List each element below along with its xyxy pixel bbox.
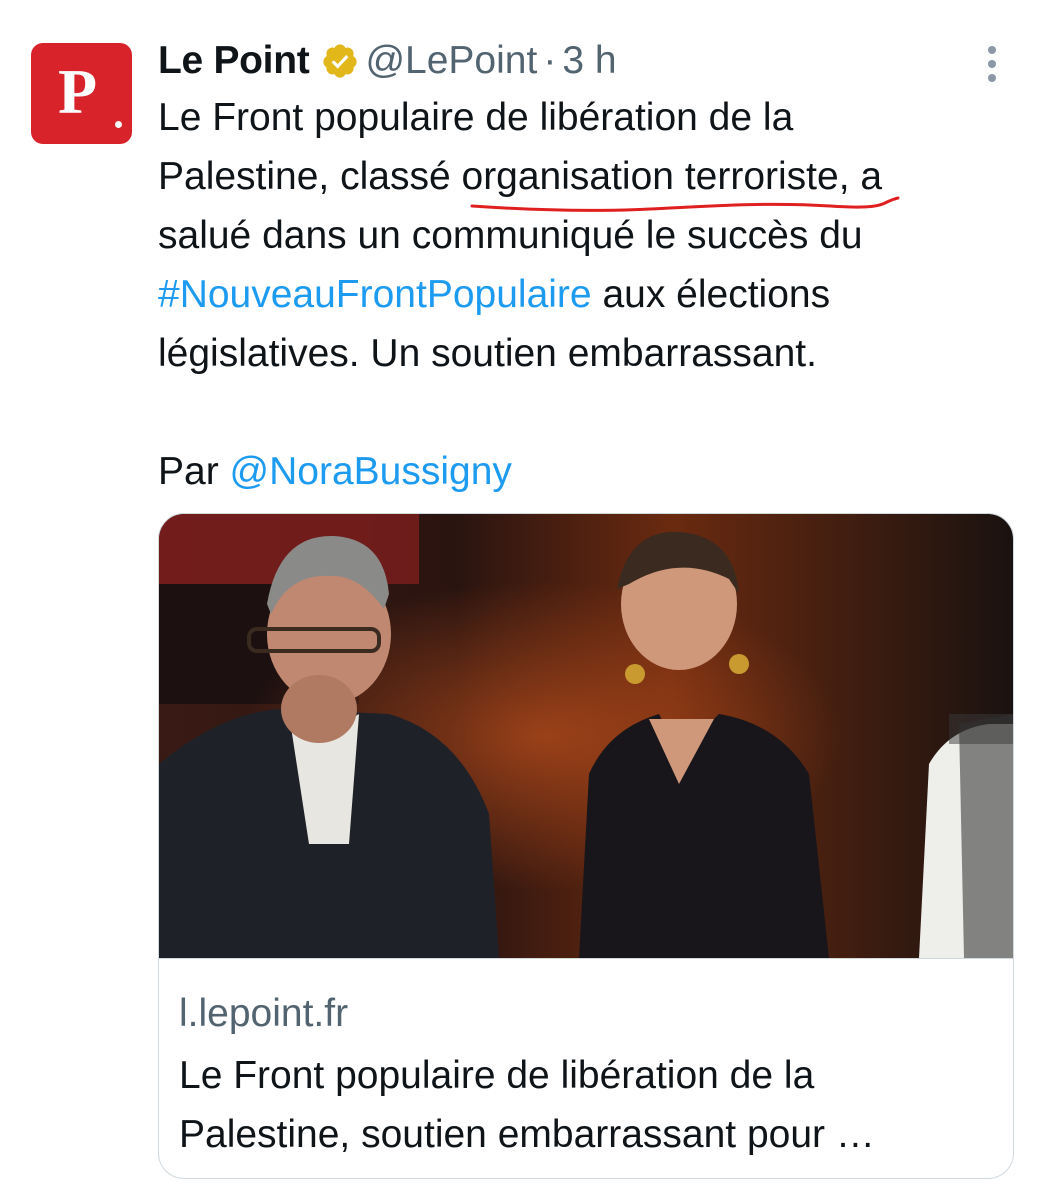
text-segment: aux élections [591, 273, 831, 316]
text-segment: Par [158, 450, 230, 493]
text-segment: , a [838, 155, 883, 198]
user-handle[interactable]: @LePoint [365, 39, 537, 83]
text-segment: législatives. Un soutien embarrassant. [158, 332, 817, 375]
avatar-logo-dot [115, 121, 122, 128]
more-options-icon[interactable] [978, 46, 1006, 82]
display-name[interactable]: Le Point [158, 39, 310, 83]
card-domain: l.lepoint.fr [179, 992, 349, 1035]
tweet-text-line: Palestine, classé organisation terrorist… [158, 147, 1028, 212]
news-photo[interactable] [159, 514, 1013, 959]
tweet-text-line: Par @NoraBussigny [158, 442, 1028, 501]
text-segment: Le Front populaire de libération de la [158, 96, 794, 139]
card-title: Le Front populaire de libération de la P… [179, 1046, 999, 1164]
more-dot [988, 74, 996, 82]
verified-badge-icon [321, 42, 359, 80]
more-dot [988, 46, 996, 54]
tweet-text-line: Le Front populaire de libération de la [158, 88, 1028, 147]
text-segment: salué dans un communiqué le succès du [158, 214, 863, 257]
timestamp[interactable]: 3 h [562, 39, 616, 83]
more-dot [988, 60, 996, 68]
highlighted-phrase: organisation terroriste [461, 147, 899, 212]
tweet-text-line: salué dans un communiqué le succès du [158, 206, 1028, 265]
paragraph-break [158, 383, 1028, 442]
separator-dot: · [543, 39, 557, 82]
highlighted-text: organisation terroriste [461, 155, 839, 198]
hashtag-link[interactable]: #NouveauFrontPopulaire [158, 273, 592, 316]
text-segment: Palestine, classé [158, 155, 462, 198]
avatar[interactable]: P [31, 43, 132, 144]
tweet-text: Le Front populaire de libération de la P… [158, 88, 1028, 501]
mention-link[interactable]: @NoraBussigny [230, 450, 512, 493]
card-title-line: Le Front populaire de libération de la [179, 1054, 815, 1097]
link-preview-card[interactable]: l.lepoint.fr Le Front populaire de libér… [158, 513, 1014, 1179]
card-title-line: Palestine, soutien embarrassant pour … [179, 1113, 875, 1156]
tweet-text-line: #NouveauFrontPopulaire aux élections [158, 265, 1028, 324]
avatar-logo-letter: P [57, 55, 98, 127]
tweet-header: Le Point @LePoint · 3 h [158, 38, 617, 84]
tweet-text-line: législatives. Un soutien embarrassant. [158, 324, 1028, 383]
